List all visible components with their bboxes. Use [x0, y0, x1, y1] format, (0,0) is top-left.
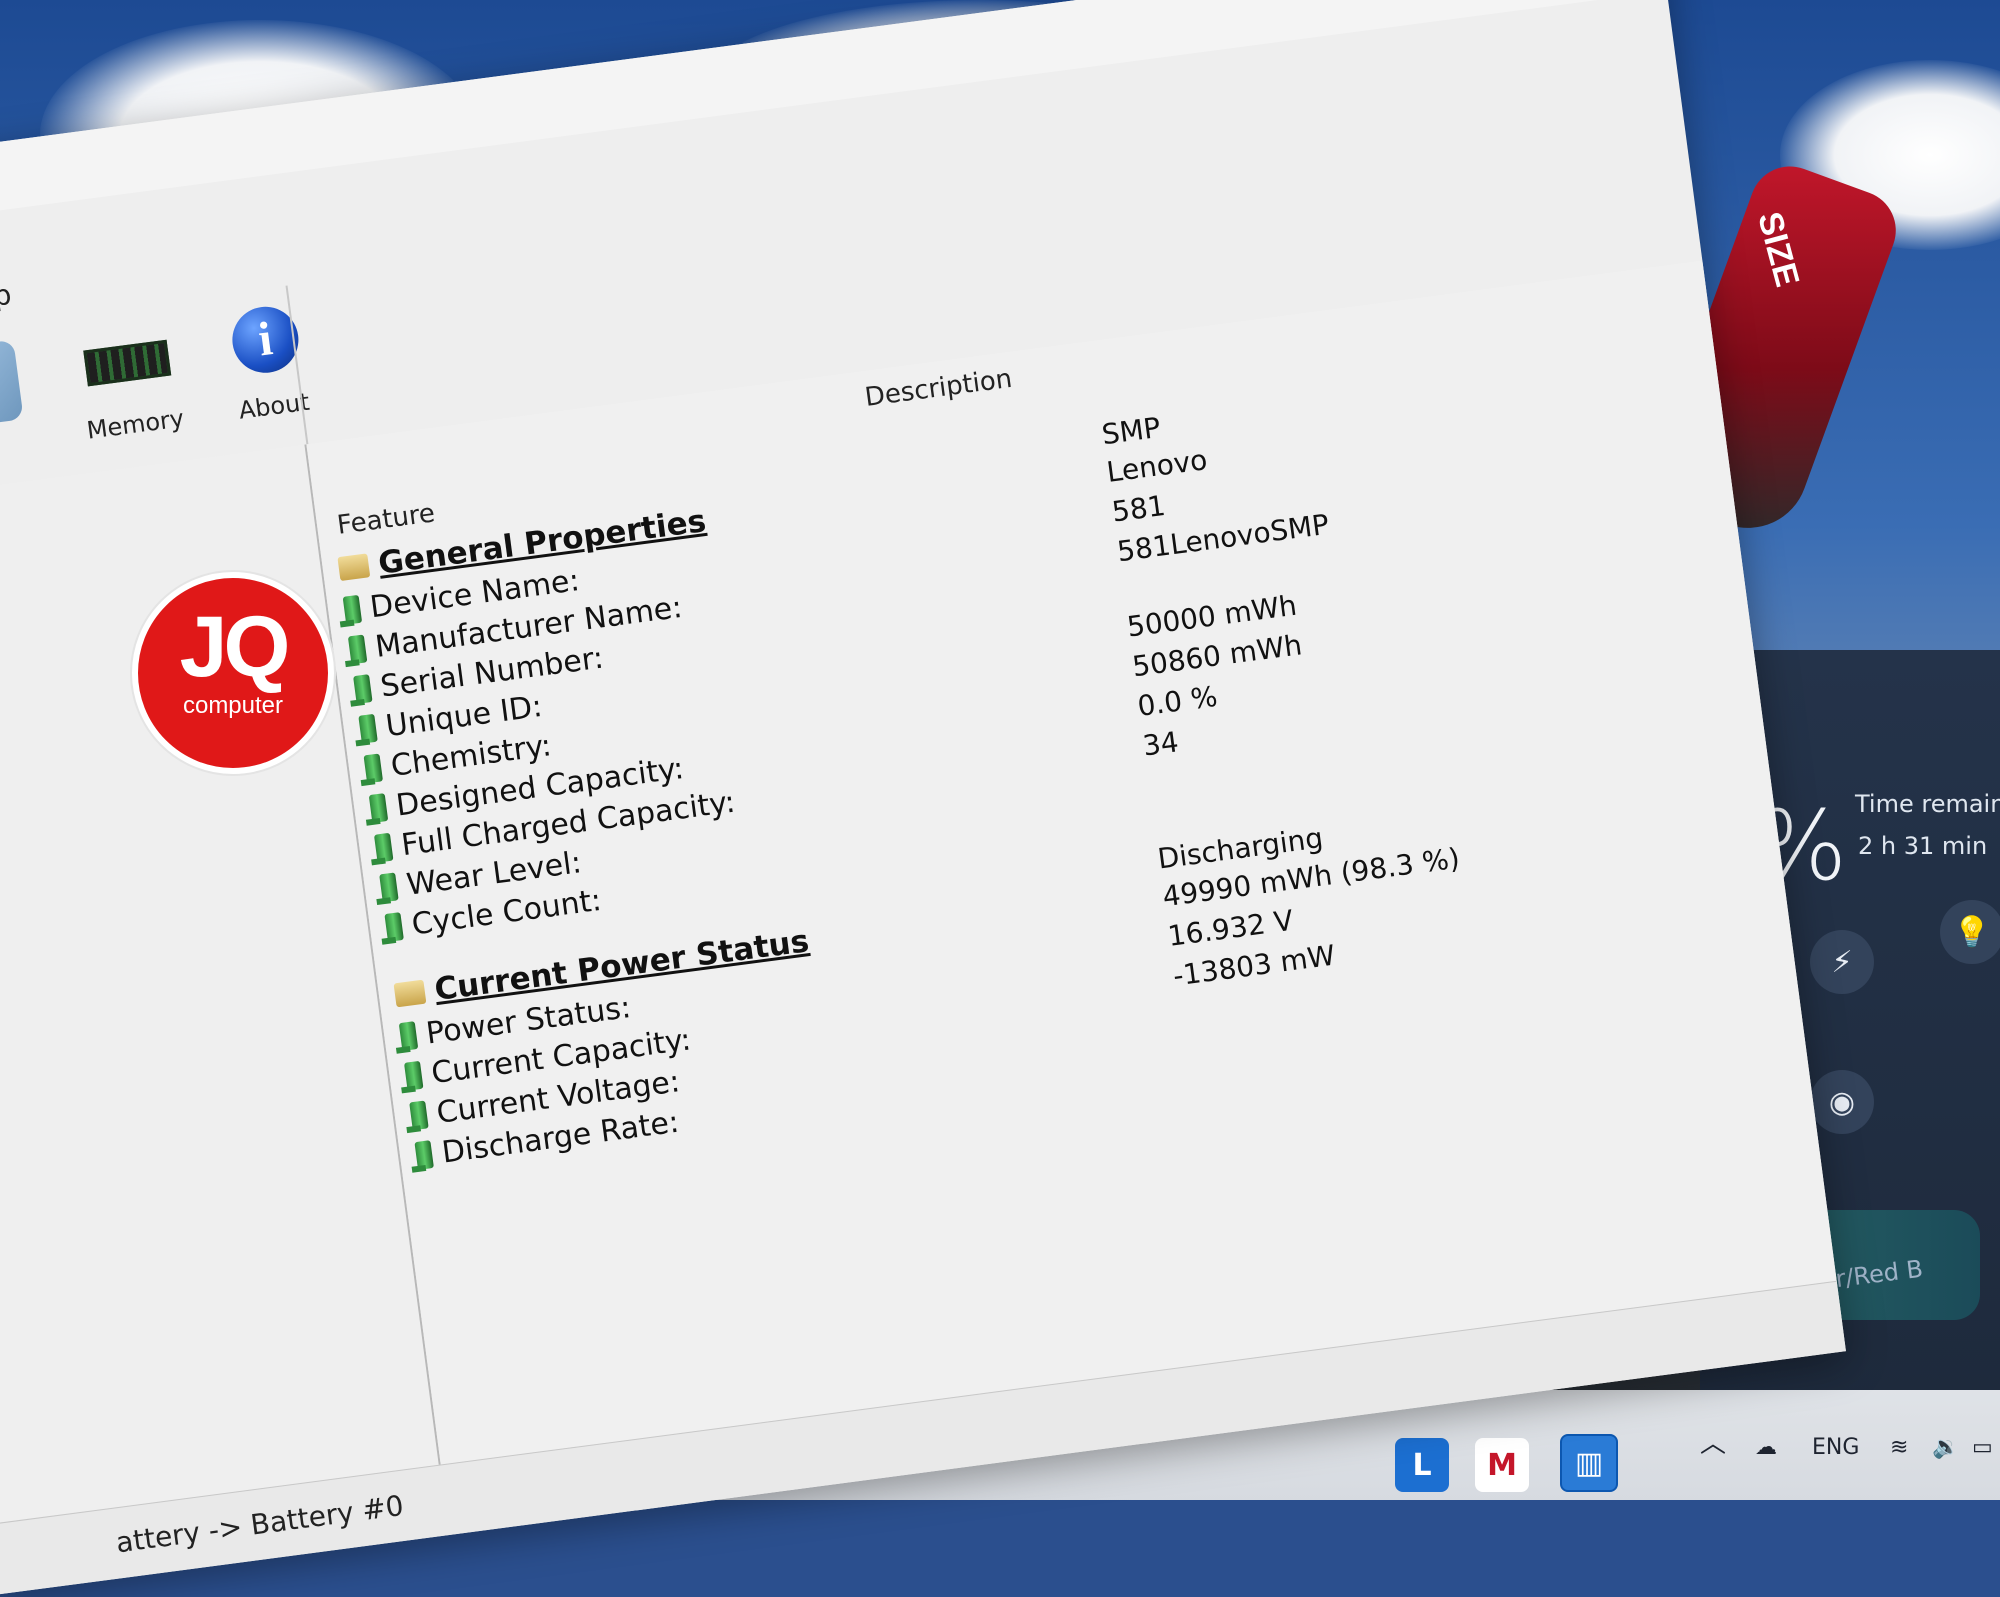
battery-leaf-icon: [373, 832, 394, 863]
property-value: SMP: [1099, 410, 1163, 452]
property-value: 0.0 %: [1135, 679, 1220, 723]
sensors-label: nsors: [0, 420, 63, 467]
description-column-header[interactable]: Description: [863, 364, 1014, 413]
property-value: 581: [1110, 488, 1168, 529]
logo-text: JQ: [179, 599, 291, 695]
bulb-icon[interactable]: 💡: [1940, 900, 2000, 964]
jq-computer-logo: JQ computer: [132, 572, 334, 774]
battery-leaf-icon: [409, 1100, 429, 1131]
wifi-icon[interactable]: ≋: [1890, 1435, 1908, 1460]
menu-help[interactable]: Help: [0, 278, 13, 319]
chevron-up-icon[interactable]: ︿: [1700, 1423, 1726, 1460]
battery-leaf-icon: [414, 1140, 434, 1170]
battery-leaf-icon: [347, 634, 368, 665]
battery-leaf-icon: [379, 872, 399, 903]
battery-info-window: — ☐ ✕ Help nsors Memory i About Feature …: [0, 0, 1846, 1597]
memory-label: Memory: [85, 404, 186, 445]
memory-chip-icon: [83, 339, 172, 387]
battery-leaf-icon: [368, 793, 389, 823]
language-indicator[interactable]: ENG: [1812, 1435, 1859, 1460]
maximize-button[interactable]: ☐: [1510, 0, 1587, 6]
battery-leaf-icon: [398, 1021, 419, 1051]
folder-icon: [393, 979, 427, 1008]
about-button[interactable]: i About: [184, 279, 352, 447]
hwinfo-taskbar-icon[interactable]: ▥: [1560, 1434, 1618, 1492]
property-value: Lenovo: [1104, 443, 1210, 489]
logo-subtext: computer: [182, 692, 284, 719]
minimize-button[interactable]: —: [1441, 0, 1518, 16]
battery-leaf-icon: [353, 674, 373, 704]
about-label: About: [237, 387, 312, 425]
battery-leaf-icon: [403, 1060, 424, 1091]
volume-icon[interactable]: 🔉: [1932, 1435, 1959, 1460]
thermometer-icon: [0, 339, 24, 430]
folder-icon: [337, 553, 371, 582]
property-value: 34: [1140, 725, 1181, 763]
properties-pane: Feature Description General Properties D…: [306, 260, 1837, 1466]
time-remaining-value: 2 h 31 min: [1858, 832, 1988, 860]
cloud-off-icon[interactable]: ☁: [1755, 1435, 1777, 1460]
battery-leaf-icon: [342, 594, 363, 625]
lightning-icon[interactable]: ⚡: [1810, 930, 1874, 994]
battery-leaf-icon: [363, 753, 384, 784]
battery-leaf-icon: [384, 912, 404, 942]
battery-leaf-icon: [358, 713, 378, 744]
mcafee-icon[interactable]: M: [1475, 1438, 1529, 1492]
taskbar-app-icon[interactable]: L: [1395, 1438, 1449, 1492]
feature-column-header[interactable]: Feature: [335, 498, 436, 541]
camera-icon[interactable]: ◉: [1810, 1070, 1874, 1134]
time-remaining-label: Time remainin: [1855, 790, 2000, 818]
battery-icon[interactable]: ▭: [1972, 1435, 1993, 1460]
